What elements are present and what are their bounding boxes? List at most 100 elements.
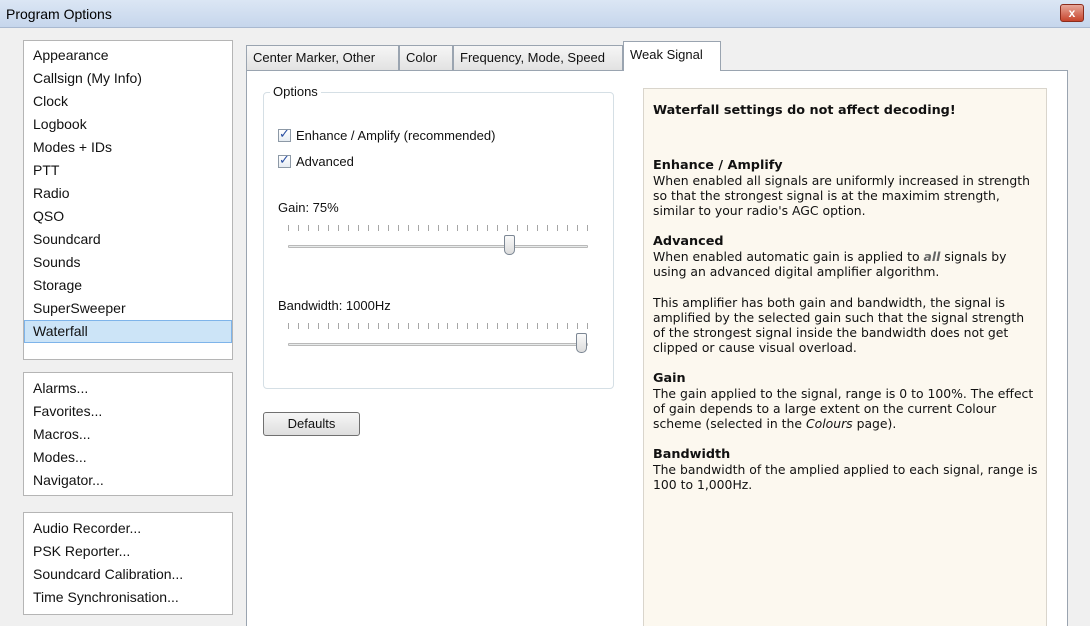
checkbox-box[interactable]: ✓ — [278, 152, 291, 168]
slider-tick — [517, 225, 518, 231]
slider-tick — [388, 323, 389, 329]
slider-tick — [457, 225, 458, 231]
close-icon: x — [1068, 6, 1076, 20]
slider-tick — [298, 323, 299, 329]
advanced-text-emphasis: all — [923, 249, 941, 264]
slider-tick — [388, 225, 389, 231]
advanced-help-title: Advanced — [653, 234, 724, 249]
slider-tick — [567, 225, 568, 231]
tools-list: Alarms... Favorites... Macros... Modes... Na… — [23, 372, 233, 496]
gain-help-title: Gain — [653, 371, 686, 386]
slider-tick — [577, 323, 578, 329]
bandwidth-help-title: Bandwidth — [653, 447, 731, 462]
nav-item[interactable]: Macros... — [24, 423, 232, 446]
nav-item[interactable]: Sounds — [24, 251, 232, 274]
bandwidth-slider[interactable] — [288, 323, 588, 361]
nav-item[interactable]: PSK Reporter... — [24, 540, 232, 563]
nav-item[interactable]: Waterfall — [24, 320, 232, 343]
nav-item[interactable]: Audio Recorder... — [24, 517, 232, 540]
nav-item[interactable]: PTT — [24, 159, 232, 182]
nav-item[interactable]: Alarms... — [24, 377, 232, 400]
slider-tick — [328, 323, 329, 329]
slider-tick — [487, 225, 488, 231]
slider-tick — [288, 323, 289, 329]
slider-tick — [368, 225, 369, 231]
advanced-text-start: When enabled automatic gain is applied t… — [653, 249, 924, 264]
options-group-label: Options — [270, 84, 321, 99]
bandwidth-slider-thumb[interactable] — [576, 333, 587, 353]
checkbox-box[interactable]: ✓ — [278, 126, 291, 142]
gain-slider-thumb[interactable] — [504, 235, 515, 255]
slider-tick — [348, 225, 349, 231]
slider-tick — [418, 225, 419, 231]
enhance-amplify-checkbox[interactable]: ✓ Enhance / Amplify (recommended) — [278, 126, 496, 143]
nav-item[interactable]: Favorites... — [24, 400, 232, 423]
advanced-checkbox[interactable]: ✓ Advanced — [278, 152, 354, 169]
nav-item[interactable]: Soundcard Calibration... — [24, 563, 232, 586]
enhance-help-title: Enhance / Amplify — [653, 158, 783, 173]
slider-ticks — [288, 323, 588, 331]
gain-slider[interactable] — [288, 225, 588, 263]
slider-tick — [338, 323, 339, 329]
checkmark-icon: ✓ — [279, 152, 290, 167]
slider-tick — [447, 323, 448, 329]
slider-tick — [477, 323, 478, 329]
slider-tick — [318, 225, 319, 231]
tab-color[interactable]: Color — [399, 45, 453, 70]
slider-tick — [378, 323, 379, 329]
nav-item[interactable]: Callsign (My Info) — [24, 67, 232, 90]
nav-item[interactable]: Soundcard — [24, 228, 232, 251]
nav-item[interactable]: Logbook — [24, 113, 232, 136]
slider-tick — [418, 323, 419, 329]
nav-item[interactable]: SuperSweeper — [24, 297, 232, 320]
nav-item[interactable]: QSO — [24, 205, 232, 228]
slider-tick — [527, 225, 528, 231]
gain-help-text: The gain applied to the signal, range is… — [653, 386, 1038, 431]
slider-tick — [308, 225, 309, 231]
advanced-help-text: When enabled automatic gain is applied t… — [653, 249, 1038, 279]
slider-tick — [358, 225, 359, 231]
close-button[interactable]: x — [1060, 4, 1084, 22]
nav-item[interactable]: Navigator... — [24, 469, 232, 492]
amplifier-help-text: This amplifier has both gain and bandwid… — [653, 295, 1025, 355]
slider-tick — [438, 225, 439, 231]
slider-tick — [567, 323, 568, 329]
nav-item[interactable]: Appearance — [24, 44, 232, 67]
nav-item[interactable]: Modes... — [24, 446, 232, 469]
slider-tick — [428, 225, 429, 231]
warning-text: Waterfall settings do not affect decodin… — [653, 103, 956, 118]
slider-tick — [398, 225, 399, 231]
slider-tick — [527, 323, 528, 329]
nav-item[interactable]: Radio — [24, 182, 232, 205]
slider-tick — [557, 323, 558, 329]
tab-center-marker[interactable]: Center Marker, Other — [246, 45, 399, 70]
slider-tick — [447, 225, 448, 231]
slider-tick — [288, 225, 289, 231]
slider-tick — [338, 225, 339, 231]
nav-item[interactable]: Modes + IDs — [24, 136, 232, 159]
nav-item[interactable]: Clock — [24, 90, 232, 113]
tab-frequency-mode-speed[interactable]: Frequency, Mode, Speed — [453, 45, 623, 70]
slider-tick — [318, 323, 319, 329]
slider-tick — [298, 225, 299, 231]
slider-tick — [438, 323, 439, 329]
slider-tick — [547, 225, 548, 231]
slider-tick — [587, 323, 588, 329]
gain-text-emphasis: Colours — [805, 416, 853, 431]
weak-signal-panel: Options ✓ Enhance / Amplify (recommended)… — [246, 70, 1068, 626]
advanced-label: Advanced — [296, 154, 354, 169]
options-category-list: Appearance Callsign (My Info) Clock Logbook… — [23, 40, 233, 360]
slider-tick — [428, 323, 429, 329]
tab-weak-signal[interactable]: Weak Signal — [623, 41, 721, 71]
slider-tick — [587, 225, 588, 231]
enhance-amplify-label: Enhance / Amplify (recommended) — [296, 128, 496, 143]
options-groupbox: Options ✓ Enhance / Amplify (recommended)… — [263, 84, 614, 389]
nav-item[interactable]: Time Synchronisation... — [24, 586, 232, 609]
slider-track — [288, 245, 588, 248]
nav-item[interactable]: Storage — [24, 274, 232, 297]
title-bar: Program Options x — [0, 0, 1090, 28]
slider-ticks — [288, 225, 588, 233]
slider-tick — [398, 323, 399, 329]
defaults-button[interactable]: Defaults — [263, 412, 360, 436]
slider-tick — [378, 225, 379, 231]
